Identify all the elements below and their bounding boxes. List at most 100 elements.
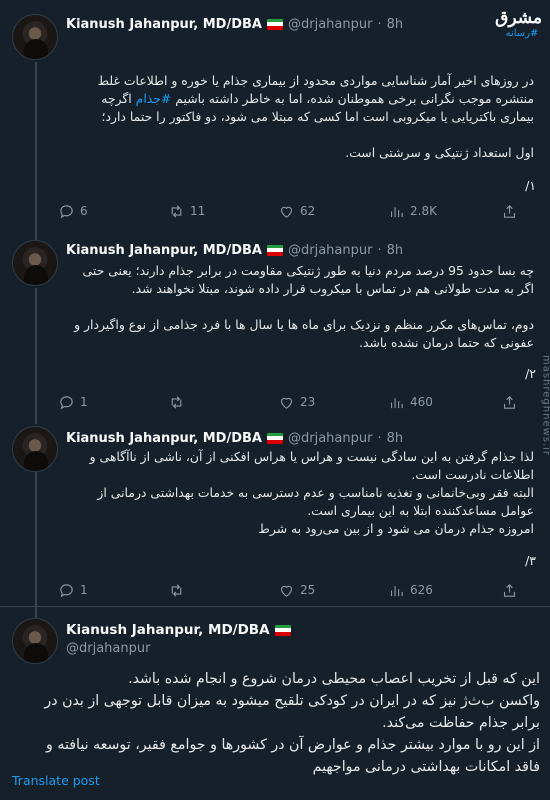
tweet-header: Kianush Jahanpur, MD/DBA @drjahanpur · 8… <box>66 14 403 34</box>
repost-button[interactable] <box>168 582 228 599</box>
tweet-header: Kianush Jahanpur, MD/DBA @drjahanpur · 8… <box>66 240 403 260</box>
repost-count: 11 <box>190 204 206 218</box>
views-count: 626 <box>410 583 433 597</box>
reply-icon <box>60 395 73 409</box>
author-name[interactable]: Kianush Jahanpur, MD/DBA <box>66 243 262 258</box>
repost-icon <box>171 395 182 409</box>
text-line: عوامل مساعدکننده ابتلا به این بیماری است… <box>307 503 534 518</box>
author-handle[interactable]: @drjahanpur <box>288 17 372 32</box>
reply-count: 1 <box>80 395 88 409</box>
hashtag-link[interactable]: #جذام <box>136 91 172 106</box>
views-icon <box>390 585 403 596</box>
separator-dot: · <box>377 16 382 32</box>
iran-flag-icon <box>266 244 283 256</box>
views-count: 460 <box>410 395 433 409</box>
timestamp[interactable]: 8h <box>387 17 404 32</box>
reply-button[interactable]: 1 <box>58 582 118 599</box>
text-line: منتشره موجب نگرانی برخی هموطنان شده، اما… <box>101 91 534 106</box>
thread-counter: ۳/ <box>525 553 536 568</box>
like-count: 23 <box>300 395 316 409</box>
share-button[interactable] <box>498 203 518 220</box>
heart-icon <box>280 206 293 218</box>
views-icon <box>390 206 403 217</box>
repost-icon <box>171 204 182 218</box>
author-name[interactable]: Kianush Jahanpur, MD/DBA <box>66 622 270 638</box>
heart-icon <box>280 585 293 597</box>
text-line <box>66 126 534 144</box>
action-bar: 1 25 626 <box>58 579 518 601</box>
share-icon <box>503 583 516 597</box>
divider <box>0 606 550 607</box>
author-handle[interactable]: @drjahanpur <box>288 243 372 258</box>
share-button[interactable] <box>498 582 518 599</box>
timestamp[interactable]: 8h <box>387 431 404 446</box>
text-line <box>66 298 534 316</box>
repost-icon <box>171 583 182 597</box>
text-line: اطلاعات نادرست است. <box>411 467 534 482</box>
like-count: 25 <box>300 583 316 597</box>
repost-button[interactable]: 11 <box>168 203 228 220</box>
views-button[interactable]: 626 <box>388 582 448 599</box>
iran-flag-icon <box>274 624 291 636</box>
views-button[interactable]: 460 <box>388 394 448 411</box>
mashregh-logo: مشرق #رسانه <box>495 8 542 40</box>
text-line: البته فقر وبی‌خانمانی و تغذیه نامناسب و … <box>97 485 534 500</box>
translate-post-link[interactable]: Translate post <box>12 773 100 788</box>
avatar[interactable] <box>12 426 58 472</box>
views-count: 2.8K <box>410 204 437 218</box>
like-count: 62 <box>300 204 316 218</box>
thread-line <box>35 288 37 424</box>
author-handle[interactable]: @drjahanpur <box>66 641 150 656</box>
like-button[interactable]: 62 <box>278 203 338 220</box>
reply-count: 1 <box>80 583 88 597</box>
separator-dot: · <box>377 242 382 258</box>
thread-counter: ۱/ <box>525 178 536 193</box>
handle-row: @drjahanpur <box>66 638 150 658</box>
timestamp[interactable]: 8h <box>387 243 404 258</box>
repost-button[interactable] <box>168 394 228 411</box>
watermark: mashreghnews.ir <box>540 354 550 457</box>
thread-line <box>35 62 37 240</box>
reply-icon <box>60 583 73 597</box>
text-line: امروزه جذام درمان می شود و از بین می‌رود… <box>258 521 534 536</box>
text-line: بیماری باکتریایی یا میکروبی است اما کسی … <box>101 109 534 124</box>
text-line: چه بسا حدود 95 درصد مردم دنیا به طور ژنت… <box>82 263 534 278</box>
reply-button[interactable]: 6 <box>58 203 118 220</box>
avatar[interactable] <box>12 240 58 286</box>
iran-flag-icon <box>266 432 283 444</box>
action-bar: 6 11 62 2.8K <box>58 200 518 222</box>
text-line: اول استعداد ژنتیکی و سرشتی است. <box>345 145 534 160</box>
action-bar: 1 23 460 <box>58 391 518 413</box>
author-name[interactable]: Kianush Jahanpur, MD/DBA <box>66 431 262 446</box>
share-icon <box>503 395 516 409</box>
iran-flag-icon <box>266 18 283 30</box>
share-button[interactable] <box>498 394 518 411</box>
heart-icon <box>280 397 293 409</box>
text-line: عفونی که حتما درمان نشده باشد. <box>359 335 534 350</box>
tweet-text: این که قبل از تخریب اعصاب محیطی درمان شر… <box>12 668 540 778</box>
logo-hashtag: #رسانه <box>505 28 539 39</box>
text-line: از این رو با موارد بیشتر جذام و عوارض آن… <box>46 737 540 753</box>
reply-count: 6 <box>80 204 88 218</box>
tweet-text: چه بسا حدود 95 درصد مردم دنیا به طور ژنت… <box>66 262 534 352</box>
author-handle[interactable]: @drjahanpur <box>288 431 372 446</box>
views-button[interactable]: 2.8K <box>388 203 448 220</box>
tweet-text: در روزهای اخیر آمار شناسایی مواردی محدود… <box>66 72 534 162</box>
text-line: برابر جذام حفاظت می‌کند. <box>382 715 540 731</box>
reply-icon <box>60 204 73 218</box>
like-button[interactable]: 25 <box>278 582 338 599</box>
avatar[interactable] <box>12 14 58 60</box>
text-line: واکسن ب‌ث‌ژ نیز که در ایران در کودکی تلق… <box>44 693 540 709</box>
text-line: اگر به مدت طولانی هم در تماس با میکروب ق… <box>131 281 534 296</box>
avatar[interactable] <box>12 618 58 664</box>
author-name[interactable]: Kianush Jahanpur, MD/DBA <box>66 17 262 32</box>
logo-text: مشرق <box>495 8 542 28</box>
views-icon <box>390 397 403 408</box>
separator-dot: · <box>377 430 382 446</box>
text-line: این که قبل از تخریب اعصاب محیطی درمان شر… <box>128 671 540 687</box>
tweet-text: لذا جذام گرفتن به این سادگی نیست و هراس … <box>66 448 534 538</box>
thread-line <box>35 472 37 618</box>
reply-button[interactable]: 1 <box>58 394 118 411</box>
thread-counter: ۲/ <box>525 366 536 381</box>
like-button[interactable]: 23 <box>278 394 338 411</box>
